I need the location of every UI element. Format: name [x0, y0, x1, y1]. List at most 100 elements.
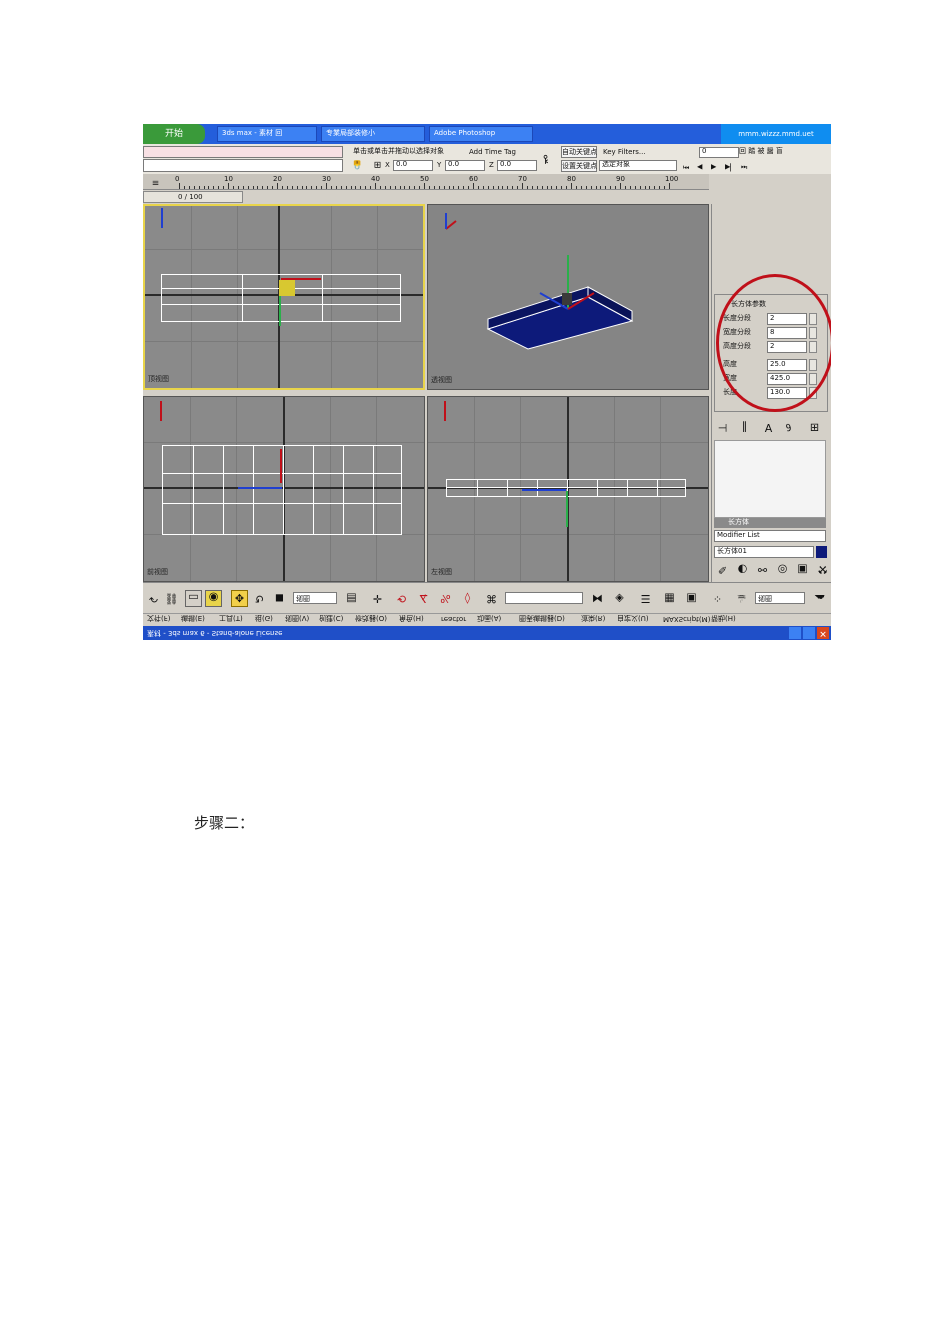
modify-tab-icon[interactable]: ◐: [734, 561, 751, 578]
x-coord-input[interactable]: 0.0: [393, 160, 433, 171]
motion-tab-icon[interactable]: ◎: [774, 561, 791, 578]
show-end-result-icon[interactable]: ‖: [736, 419, 753, 436]
auto-key-button[interactable]: 自动关键点: [561, 146, 597, 158]
stack-item[interactable]: 长方体: [714, 518, 826, 528]
minimize-icon[interactable]: [789, 627, 801, 639]
menu-animation[interactable]: 动画(A): [477, 613, 501, 623]
link-icon[interactable]: ⛓: [163, 590, 180, 607]
y-coord-input[interactable]: 0.0: [445, 160, 485, 171]
prev-frame-icon[interactable]: ◀: [697, 163, 702, 171]
layer-icon[interactable]: ☰: [637, 590, 654, 607]
close-icon[interactable]: ✕: [817, 627, 829, 639]
undo-icon[interactable]: ↶: [145, 590, 162, 607]
modifier-stack[interactable]: [714, 440, 826, 518]
start-button[interactable]: 开始: [143, 124, 205, 144]
select-region-icon[interactable]: ▭: [185, 590, 202, 607]
goto-end-icon[interactable]: ⏭: [741, 162, 747, 171]
ruler-tick: [649, 186, 651, 189]
viewport-front[interactable]: 前视图: [143, 396, 425, 582]
absolute-mode-icon[interactable]: ⊞: [369, 155, 386, 172]
menu-create[interactable]: 创建(C): [319, 613, 343, 623]
taskbar-photoshop[interactable]: Adobe Photoshop: [429, 126, 533, 142]
percent-snap-icon[interactable]: %: [437, 590, 454, 607]
align-icon[interactable]: ◈: [611, 590, 628, 607]
pivot-icon[interactable]: ▤: [343, 590, 360, 607]
display-tab-icon[interactable]: ▣: [794, 561, 811, 578]
set-key-button[interactable]: 设置关键点: [561, 160, 597, 172]
spinner-snap-icon[interactable]: ◊: [459, 590, 476, 607]
configure-sets-icon[interactable]: ⊞: [806, 419, 823, 436]
reference-coord-dropdown[interactable]: 视图: [293, 592, 337, 604]
utilities-tab-icon[interactable]: ⚒: [814, 561, 831, 578]
named-selection-set[interactable]: [505, 592, 583, 604]
goto-start-icon[interactable]: ⏮: [683, 162, 689, 171]
material-editor-icon[interactable]: ⁘: [709, 590, 726, 607]
viewport-label-left[interactable]: 左视图: [431, 567, 452, 577]
gizmo-plane-handle[interactable]: [279, 280, 295, 296]
menu-modifiers[interactable]: 修改器(O): [355, 613, 387, 623]
menu-reactor[interactable]: reactor: [441, 615, 466, 623]
menu-tools[interactable]: 工具(T): [219, 613, 243, 623]
viewport-label-perspective[interactable]: 透视图: [431, 375, 452, 385]
snap-icon[interactable]: ⟲: [393, 590, 410, 607]
menu-file[interactable]: 文件(F): [147, 613, 171, 623]
scale-icon[interactable]: ◼: [271, 590, 288, 607]
render-scene-icon[interactable]: ☕: [733, 590, 750, 607]
ruler-tick: [566, 186, 568, 189]
object-color-swatch[interactable]: [816, 546, 827, 558]
menu-group[interactable]: 组(G): [255, 613, 273, 623]
menu-character[interactable]: 角色(H): [399, 613, 424, 623]
key-filters-button[interactable]: Key Filters...: [603, 148, 646, 156]
z-coord-input[interactable]: 0.0: [497, 160, 537, 171]
track-bar[interactable]: ≡ 0 10 20 30 40 50 60 70 80 90 100: [143, 173, 709, 190]
selection-filter-dropdown[interactable]: 选定对象: [599, 160, 677, 171]
rotate-icon[interactable]: ↻: [251, 590, 268, 607]
named-sets-icon[interactable]: ⌘: [483, 590, 500, 607]
track-bar-toggle-icon[interactable]: ≡: [147, 173, 164, 190]
menu-customize[interactable]: 自定义(U): [617, 613, 649, 623]
modifier-list-dropdown[interactable]: Modifier List: [714, 530, 826, 542]
make-unique-icon[interactable]: ∀: [760, 419, 777, 436]
render-type-dropdown[interactable]: 视图: [755, 592, 805, 604]
viewport-top[interactable]: 顶视图: [143, 204, 425, 390]
lock-icon[interactable]: 🔒: [349, 155, 366, 172]
viewport-label-front[interactable]: 前视图: [147, 567, 168, 577]
quick-render-icon[interactable]: ☁: [811, 590, 828, 607]
maxscript-listener[interactable]: [143, 146, 343, 158]
key-icon[interactable]: ⚷: [537, 151, 554, 168]
play-icon[interactable]: ▶: [711, 163, 716, 171]
taskbar-3dsmax[interactable]: 3ds max - 素材 回: [217, 126, 317, 142]
schematic-icon[interactable]: ▣: [683, 590, 700, 607]
menu-views[interactable]: 视图(V): [285, 613, 309, 623]
menubar: 文件(F) 编辑(E) 工具(T) 组(G) 视图(V) 创建(C) 修改器(O…: [143, 613, 831, 626]
mirror-icon[interactable]: ⧓: [589, 590, 606, 607]
taskbar-explorer[interactable]: 专業局部装修小: [321, 126, 425, 142]
angle-snap-icon[interactable]: ∡: [415, 590, 432, 607]
time-slider[interactable]: 0 / 100: [143, 191, 243, 203]
menu-help[interactable]: 帮助(H): [711, 613, 736, 623]
select-object-icon[interactable]: ◉: [205, 590, 222, 607]
front-box-wireframe[interactable]: [162, 445, 402, 535]
menu-maxscript[interactable]: MAXScript(M): [663, 615, 710, 623]
viewport-label-top[interactable]: 顶视图: [148, 374, 169, 384]
hierarchy-tab-icon[interactable]: ⚯: [754, 561, 771, 578]
status-field[interactable]: [143, 159, 343, 172]
curve-editor-icon[interactable]: ▦: [661, 590, 678, 607]
menu-graph-editors[interactable]: 图表编辑器(D): [519, 613, 565, 623]
menu-edit[interactable]: 编辑(E): [181, 613, 205, 623]
next-frame-icon[interactable]: ▶▏: [725, 163, 736, 171]
current-frame-input[interactable]: 0: [699, 147, 739, 158]
pin-stack-icon[interactable]: ⊣: [714, 419, 731, 436]
menu-rendering[interactable]: 渲染(R): [581, 613, 605, 623]
remove-modifier-icon[interactable]: ∂: [780, 419, 797, 436]
viewport-perspective[interactable]: 透视图: [427, 204, 709, 390]
create-tab-icon[interactable]: ✎: [714, 561, 731, 578]
ruler-tick: [399, 186, 401, 189]
maximize-icon[interactable]: [803, 627, 815, 639]
object-name-field[interactable]: 长方体01: [714, 546, 814, 558]
gizmo-z-axis: [566, 491, 568, 527]
viewport-left[interactable]: 左视图: [427, 396, 709, 582]
move-icon[interactable]: ✥: [231, 590, 248, 607]
add-time-tag[interactable]: Add Time Tag: [469, 148, 516, 156]
select-manipulate-icon[interactable]: ✛: [369, 590, 386, 607]
